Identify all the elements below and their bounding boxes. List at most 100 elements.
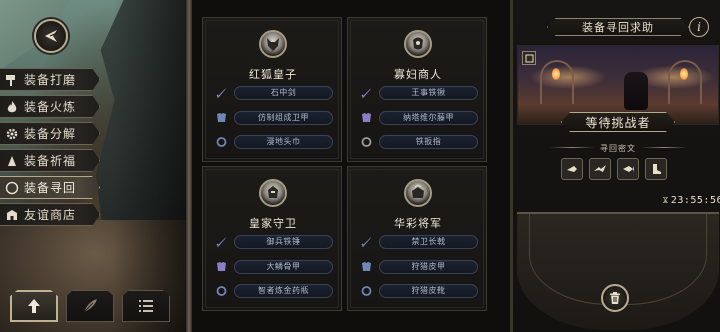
hands-icon (0, 149, 24, 172)
item-name: 王事铁锹 (379, 85, 478, 100)
info-button[interactable]: i (689, 17, 709, 37)
divider (641, 147, 687, 148)
item-name: 漫地头巾 (234, 134, 333, 149)
flame-icon (0, 95, 24, 118)
countdown: 23:55:56 (663, 192, 720, 208)
npc-card[interactable]: 华彩将军 禁卫长戟 狩猎皮甲 狩猎皮靴 (347, 166, 487, 311)
side-menu: 装备打磨 装备火炼 装备分解 装备祈福 装备寻回 友谊商店 (0, 68, 100, 230)
npc-portrait (259, 179, 287, 207)
compass-icon (0, 176, 24, 199)
bottom-nav (10, 290, 176, 322)
npc-name: 华彩将军 (394, 217, 442, 230)
ring-icon (213, 134, 229, 150)
menu-item-label: 友谊商店 (24, 208, 77, 222)
npc-portrait (404, 179, 432, 207)
upgrade-arrow-icon (28, 299, 40, 313)
item-name: 狩猎皮甲 (379, 259, 478, 274)
item-row: 智者炼金药瓶 (213, 282, 333, 299)
cipher-title: 寻回密文 (600, 144, 636, 153)
rune-slot[interactable] (617, 158, 639, 180)
sword-icon (358, 85, 374, 101)
menu-item-label: 装备火炼 (24, 100, 77, 114)
back-arrow-icon (45, 30, 58, 42)
ring-icon (213, 283, 229, 299)
menu-item-label: 装备寻回 (24, 181, 77, 195)
back-button[interactable] (34, 19, 68, 53)
nav-feather-button[interactable] (66, 290, 114, 322)
item-name: 御兵铁锤 (234, 234, 333, 249)
sword-icon (213, 85, 229, 101)
item-row: 漫地头巾 (213, 133, 333, 150)
discard-button[interactable] (601, 284, 629, 312)
menu-item-shop[interactable]: 友谊商店 (0, 203, 100, 226)
menu-item-dismantle[interactable]: 装备分解 (0, 122, 100, 145)
item-name: 狩猎皮靴 (379, 283, 478, 298)
item-row: 石中剑 (213, 84, 333, 101)
shop-icon (0, 203, 24, 226)
menu-item-retrieve[interactable]: 装备寻回 (0, 176, 100, 199)
rune-boot-icon (653, 164, 661, 174)
item-name: 铁扳指 (379, 134, 478, 149)
npc-name: 红狐皇子 (249, 68, 297, 81)
npc-card[interactable]: 皇家守卫 御兵铁锤 大鳞骨甲 智者炼金药瓶 (202, 166, 342, 311)
item-name: 智者炼金药瓶 (234, 283, 333, 298)
cipher-runes (561, 158, 667, 180)
nav-list-button[interactable] (122, 290, 170, 322)
npc-card[interactable]: 红狐皇子 石中剑 仿制组成卫甲 漫地头巾 (202, 17, 342, 162)
ring-icon (358, 134, 374, 150)
general-portrait-icon (412, 184, 424, 198)
bookmark-icon (522, 51, 536, 65)
sword-icon (358, 234, 374, 250)
fox-portrait-icon (267, 38, 279, 51)
menu-item-forge[interactable]: 装备火炼 (0, 95, 100, 118)
npc-portrait (259, 30, 287, 58)
rune-fish-icon (623, 166, 634, 172)
feather-icon (83, 299, 97, 313)
npc-name: 皇家守卫 (249, 217, 297, 230)
item-row: 禁卫长戟 (358, 233, 478, 250)
waiting-banner: 等待挑战者 (561, 112, 675, 132)
rune-horn-icon (567, 166, 577, 172)
countdown-timer: 23:55:56 (670, 194, 720, 206)
armor-icon (213, 259, 229, 275)
hammer-icon (0, 68, 24, 91)
arch (540, 60, 574, 104)
item-name: 纳塔维尔藤甲 (379, 110, 478, 125)
challenger-silhouette (624, 72, 648, 110)
menu-item-label: 装备打磨 (24, 73, 77, 87)
bottom-frame (517, 212, 719, 330)
gear-icon (0, 122, 24, 145)
trash-icon (610, 292, 620, 304)
rune-slot[interactable] (645, 158, 667, 180)
npc-name: 寡妇商人 (394, 68, 442, 81)
rune-slot[interactable] (561, 158, 583, 180)
sword-icon (213, 234, 229, 250)
item-row: 纳塔维尔藤甲 (358, 109, 478, 126)
npc-portrait (404, 30, 432, 58)
item-row: 御兵铁锤 (213, 233, 333, 250)
item-row: 大鳞骨甲 (213, 258, 333, 275)
nav-upgrade-button[interactable] (10, 290, 58, 322)
item-row: 狩猎皮甲 (358, 258, 478, 275)
arch (668, 60, 702, 104)
hourglass-icon (663, 197, 668, 203)
item-name: 禁卫长戟 (379, 234, 478, 249)
help-request-panel: 装备寻回求助 i 等待挑战者 寻回密文 23:55:56 (510, 0, 720, 332)
menu-item-bless[interactable]: 装备祈福 (0, 149, 100, 172)
item-row: 仿制组成卫甲 (213, 109, 333, 126)
armor-icon (213, 110, 229, 126)
menu-item-label: 装备祈福 (24, 154, 77, 168)
item-name: 大鳞骨甲 (234, 259, 333, 274)
item-name: 仿制组成卫甲 (234, 110, 333, 125)
rune-bird-icon (594, 165, 606, 172)
item-row: 王事铁锹 (358, 84, 478, 101)
rune-slot[interactable] (589, 158, 611, 180)
guard-portrait-icon (268, 186, 278, 198)
list-icon (139, 300, 153, 312)
panel-title: 装备寻回求助 (547, 18, 689, 36)
menu-item-label: 装备分解 (24, 127, 77, 141)
npc-card[interactable]: 寡妇商人 王事铁锹 纳塔维尔藤甲 铁扳指 (347, 17, 487, 162)
torch-icon (680, 68, 688, 80)
merchant-portrait-icon (413, 37, 423, 50)
menu-item-polish[interactable]: 装备打磨 (0, 68, 100, 91)
